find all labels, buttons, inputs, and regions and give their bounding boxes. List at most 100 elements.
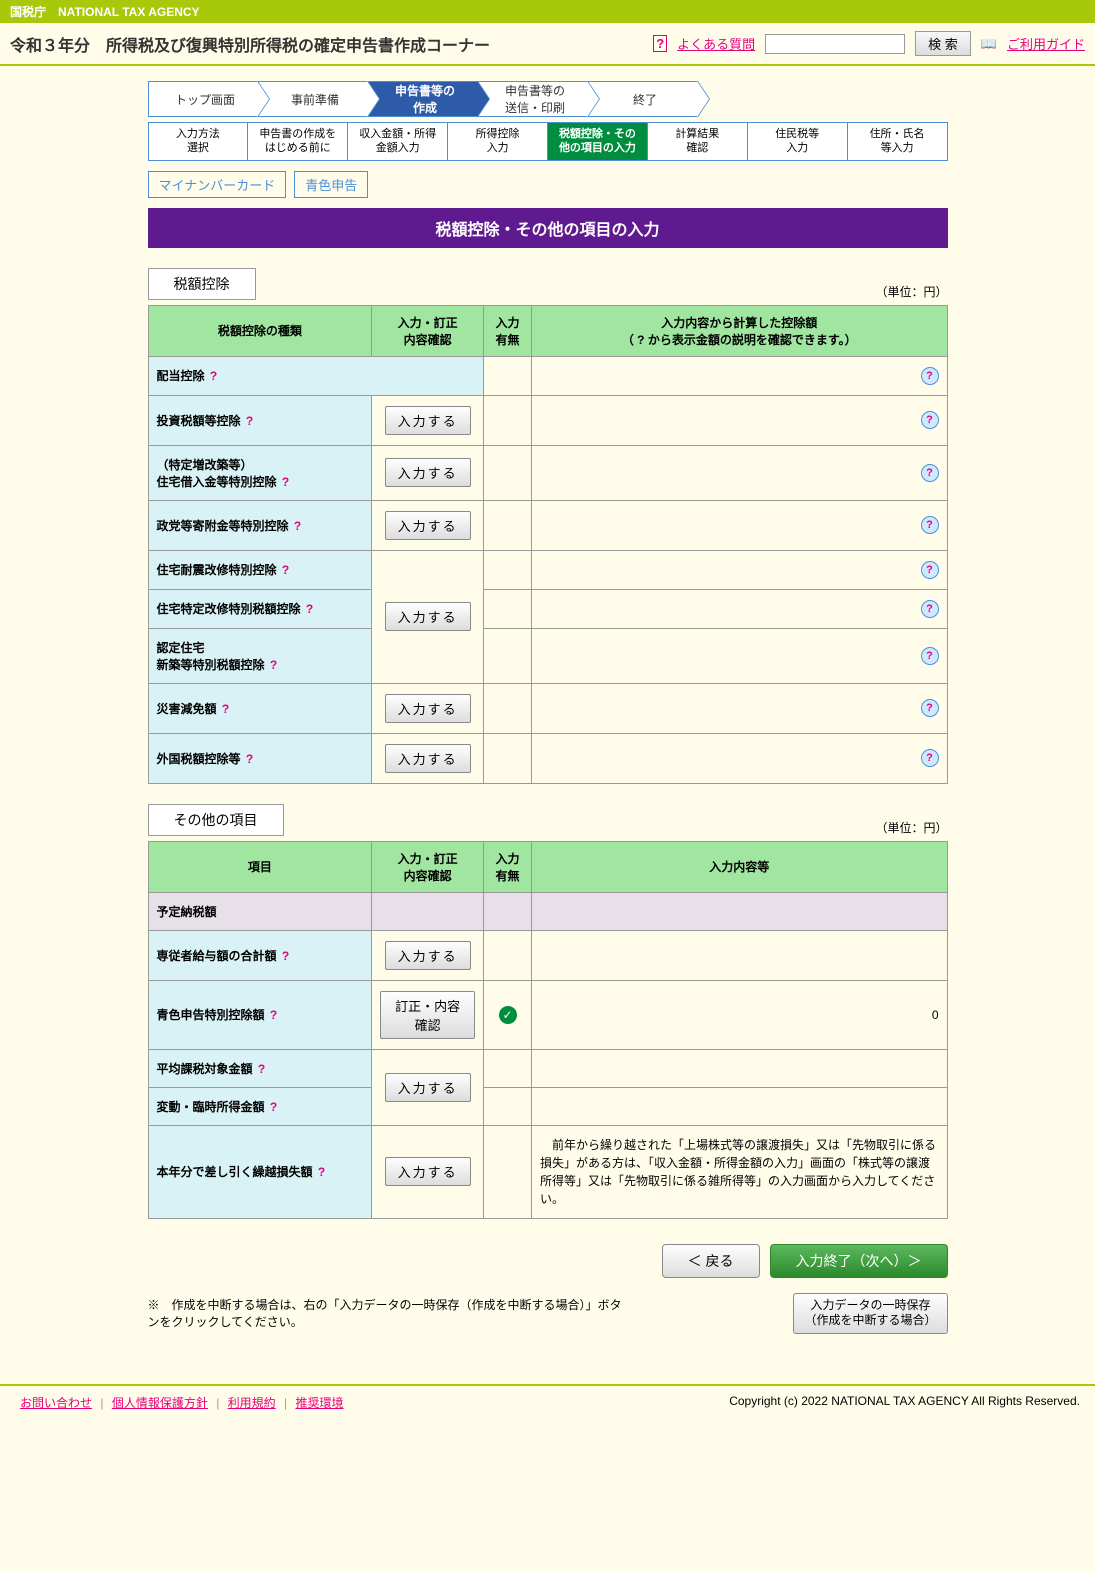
row-variable-income: 変動・臨時所得金額 ? — [148, 1087, 947, 1125]
row-estimated-tax: 予定納税額 — [148, 892, 947, 930]
input-button[interactable]: 入力する — [385, 602, 471, 631]
input-button[interactable]: 入力する — [385, 511, 471, 540]
input-button[interactable]: 入力する — [385, 694, 471, 723]
subnav-0[interactable]: 入力方法 選択 — [149, 123, 248, 160]
nav-send[interactable]: 申告書等の 送信・印刷 — [478, 81, 588, 117]
info-icon[interactable]: ? — [921, 464, 939, 482]
info-icon[interactable]: ? — [921, 561, 939, 579]
footer-env[interactable]: 推奨環境 — [295, 1396, 343, 1410]
row-housing-loan: （特定増改築等） 住宅借入金等特別控除 ? 入力する ? — [148, 445, 947, 500]
row-blue-deduction: 青色申告特別控除額 ? 訂正・内容確認 ✓ 0 — [148, 980, 947, 1049]
section1-unit: （単位：円） — [875, 283, 947, 300]
help-icon[interactable]: ? — [270, 1008, 277, 1022]
th-amount: 入力内容から計算した控除額 （ ? から表示金額の説明を確認できます。） — [532, 305, 947, 356]
info-icon[interactable]: ? — [921, 647, 939, 665]
input-button[interactable]: 入力する — [385, 406, 471, 435]
input-button[interactable]: 入力する — [385, 744, 471, 773]
next-button[interactable]: 入力終了（次へ）＞ — [770, 1244, 948, 1278]
back-button[interactable]: ＜ 戻る — [662, 1244, 760, 1278]
nav-top[interactable]: トップ画面 — [148, 81, 258, 117]
input-button[interactable]: 入力する — [385, 458, 471, 487]
help-icon[interactable]: ? — [294, 519, 301, 533]
agency-bar: 国税庁 NATIONAL TAX AGENCY — [0, 0, 1095, 23]
row-family-employee: 専従者給与額の合計額 ? 入力する — [148, 930, 947, 980]
row-average-tax: 平均課税対象金額 ? 入力する — [148, 1049, 947, 1087]
info-icon[interactable]: ? — [921, 749, 939, 767]
row-earthquake: 住宅耐震改修特別控除 ? 入力する ? — [148, 550, 947, 589]
th-item: 項目 — [148, 841, 372, 892]
row-foreign-tax: 外国税額控除等 ? 入力する ? — [148, 733, 947, 783]
help-icon[interactable]: ? — [258, 1062, 265, 1076]
book-icon: 📖 — [981, 36, 997, 52]
row-housing-specific: 住宅特定改修特別税額控除 ? ? — [148, 589, 947, 628]
section2-heading: その他の項目 — [148, 804, 284, 836]
main-nav: トップ画面 事前準備 申告書等の 作成 申告書等の 送信・印刷 終了 — [148, 81, 948, 117]
footer: お問い合わせ | 個人情報保護方針 | 利用規約 | 推奨環境 Copyrigh… — [0, 1384, 1095, 1419]
nav-prep[interactable]: 事前準備 — [258, 81, 368, 117]
row-carryover-loss: 本年分で差し引く繰越損失額 ? 入力する 前年から繰り越された「上場株式等の譲渡… — [148, 1125, 947, 1218]
th-status2: 入力 有無 — [484, 841, 532, 892]
help-icon: ? — [653, 35, 667, 52]
subnav-6[interactable]: 住民税等 入力 — [748, 123, 847, 160]
help-icon[interactable]: ? — [246, 752, 253, 766]
tag-mynumber: マイナンバーカード — [148, 171, 287, 198]
help-icon[interactable]: ? — [282, 563, 289, 577]
row-certified-housing: 認定住宅 新築等特別税額控除 ? ? — [148, 628, 947, 683]
other-table: 項目 入力・訂正 内容確認 入力 有無 入力内容等 予定納税額 専従者給与額の合… — [148, 841, 948, 1219]
th-content: 入力内容等 — [532, 841, 947, 892]
help-icon[interactable]: ? — [246, 414, 253, 428]
row-investment: 投資税額等控除 ? 入力する ? — [148, 395, 947, 445]
faq-link[interactable]: よくある質問 — [677, 34, 755, 53]
info-icon[interactable]: ? — [921, 516, 939, 534]
row-disaster: 災害減免額 ? 入力する ? — [148, 683, 947, 733]
input-button[interactable]: 入力する — [385, 1073, 471, 1102]
section-title: 税額控除・その他の項目の入力 — [148, 208, 948, 248]
page-header: 令和３年分 所得税及び復興特別所得税の確定申告書作成コーナー ? よくある質問 … — [0, 23, 1095, 66]
edit-button[interactable]: 訂正・内容確認 — [380, 991, 475, 1039]
help-icon[interactable]: ? — [282, 949, 289, 963]
th-input: 入力・訂正 内容確認 — [372, 305, 484, 356]
input-button[interactable]: 入力する — [385, 1157, 471, 1186]
nav-create[interactable]: 申告書等の 作成 — [368, 81, 478, 117]
nav-end[interactable]: 終了 — [588, 81, 698, 117]
save-note: ※ 作成を中断する場合は、右の「入力データの一時保存（作成を中断する場合）」ボタ… — [148, 1296, 628, 1330]
help-icon[interactable]: ? — [282, 475, 289, 489]
info-icon[interactable]: ? — [921, 411, 939, 429]
input-button[interactable]: 入力する — [385, 941, 471, 970]
subnav-5[interactable]: 計算結果 確認 — [648, 123, 747, 160]
help-icon[interactable]: ? — [270, 1100, 277, 1114]
th-input2: 入力・訂正 内容確認 — [372, 841, 484, 892]
footer-privacy[interactable]: 個人情報保護方針 — [112, 1396, 208, 1410]
footer-contact[interactable]: お問い合わせ — [20, 1396, 92, 1410]
search-button[interactable]: 検 索 — [915, 31, 971, 56]
tag-blue: 青色申告 — [294, 171, 368, 198]
help-icon[interactable]: ? — [210, 369, 217, 383]
row-dividend: 配当控除 ? ? — [148, 356, 947, 395]
th-status: 入力 有無 — [484, 305, 532, 356]
info-icon[interactable]: ? — [921, 367, 939, 385]
footer-terms[interactable]: 利用規約 — [228, 1396, 276, 1410]
subnav-1[interactable]: 申告書の作成をはじめる前に — [248, 123, 347, 160]
help-icon[interactable]: ? — [306, 602, 313, 616]
info-icon[interactable]: ? — [921, 699, 939, 717]
help-icon[interactable]: ? — [222, 702, 229, 716]
help-icon[interactable]: ? — [270, 658, 277, 672]
row-political: 政党等寄附金等特別控除 ? 入力する ? — [148, 500, 947, 550]
section1-heading: 税額控除 — [148, 268, 256, 300]
search-input[interactable] — [765, 34, 905, 54]
subnav-7[interactable]: 住所・氏名 等入力 — [848, 123, 947, 160]
section2-unit: （単位：円） — [875, 819, 947, 836]
copyright: Copyright (c) 2022 NATIONAL TAX AGENCY A… — [729, 1394, 1080, 1411]
help-icon[interactable]: ? — [318, 1165, 325, 1179]
subnav-3[interactable]: 所得控除 入力 — [448, 123, 547, 160]
subnav-2[interactable]: 収入金額・所得金額入力 — [348, 123, 447, 160]
info-icon[interactable]: ? — [921, 600, 939, 618]
guide-link[interactable]: ご利用ガイド — [1007, 34, 1085, 53]
sub-nav: 入力方法 選択 申告書の作成をはじめる前に 収入金額・所得金額入力 所得控除 入… — [148, 122, 948, 161]
subnav-4[interactable]: 税額控除・その他の項目の入力 — [548, 123, 647, 160]
save-button[interactable]: 入力データの一時保存 （作成を中断する場合） — [793, 1293, 947, 1334]
th-type: 税額控除の種類 — [148, 305, 372, 356]
deduction-table: 税額控除の種類 入力・訂正 内容確認 入力 有無 入力内容から計算した控除額 （… — [148, 305, 948, 784]
page-title: 令和３年分 所得税及び復興特別所得税の確定申告書作成コーナー — [10, 32, 490, 56]
check-icon: ✓ — [499, 1006, 517, 1024]
